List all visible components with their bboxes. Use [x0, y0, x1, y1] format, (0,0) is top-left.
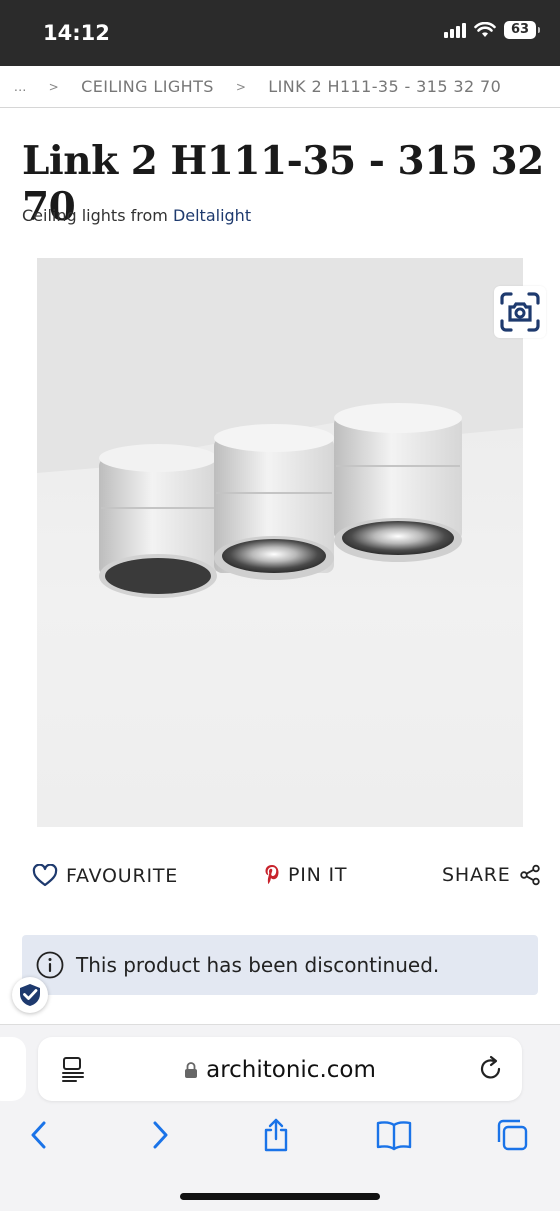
product-photo	[37, 258, 523, 598]
pin-it-button[interactable]: PIN IT	[264, 864, 347, 886]
subtitle-prefix: Ceiling lights from	[22, 206, 173, 225]
battery-icon: 63	[504, 21, 540, 39]
cellular-signal-icon	[444, 22, 466, 38]
browser-bar: architonic.com	[0, 1024, 560, 1211]
bookmarks-button[interactable]	[374, 1117, 414, 1153]
pinterest-icon	[265, 865, 279, 884]
forward-button[interactable]	[142, 1117, 178, 1153]
pin-it-label: PIN IT	[288, 864, 348, 886]
share-button[interactable]: SHARE	[442, 864, 541, 886]
verified-badge[interactable]	[12, 977, 48, 1013]
share-upload-icon	[264, 1118, 288, 1152]
discontinued-notice: This product has been discontinued.	[22, 935, 538, 995]
tabs-button[interactable]	[494, 1117, 530, 1153]
favourite-label: FAVOURITE	[66, 865, 179, 887]
breadcrumb-item-ceiling-lights[interactable]: CEILING LIGHTS	[81, 77, 214, 96]
url-text: architonic.com	[206, 1057, 376, 1083]
previous-tab-preview[interactable]	[0, 1037, 26, 1101]
breadcrumb-item-product[interactable]: LINK 2 H111-35 - 315 32 70	[268, 77, 501, 96]
camera-scan-icon	[500, 292, 540, 332]
chevron-right-icon	[153, 1121, 168, 1149]
share-label: SHARE	[442, 864, 511, 886]
lock-icon	[185, 1062, 198, 1078]
chevron-left-icon	[31, 1121, 46, 1149]
breadcrumb-ellipsis[interactable]: ...	[14, 80, 27, 94]
url-display: architonic.com	[38, 1057, 522, 1083]
address-bar[interactable]: architonic.com	[38, 1037, 522, 1101]
share-page-button[interactable]	[258, 1117, 294, 1153]
wifi-icon	[474, 22, 496, 37]
status-time: 14:12	[43, 21, 110, 45]
status-bar: 14:12 63	[0, 0, 560, 66]
favourite-button[interactable]: FAVOURITE	[32, 864, 178, 888]
product-image[interactable]	[37, 258, 523, 827]
breadcrumb-separator-icon: >	[235, 79, 247, 94]
reload-icon[interactable]	[478, 1055, 504, 1083]
shield-check-icon	[20, 984, 40, 1006]
notice-text: This product has been discontinued.	[76, 953, 440, 977]
home-indicator[interactable]	[180, 1193, 380, 1200]
book-icon	[376, 1121, 412, 1151]
visual-search-button[interactable]	[494, 286, 546, 338]
brand-link[interactable]: Deltalight	[173, 206, 251, 225]
product-subtitle: Ceiling lights from Deltalight	[22, 206, 251, 225]
info-icon	[36, 951, 64, 979]
back-button[interactable]	[21, 1117, 57, 1153]
browser-toolbar	[0, 1113, 560, 1157]
status-icons: 63	[444, 21, 540, 39]
heart-icon	[32, 864, 58, 887]
breadcrumb-separator-icon: >	[48, 79, 60, 94]
breadcrumb: ... > CEILING LIGHTS > LINK 2 H111-35 - …	[0, 66, 560, 108]
tabs-icon	[497, 1119, 528, 1151]
share-icon	[519, 864, 540, 886]
product-actions: FAVOURITE PIN IT SHARE	[0, 856, 560, 900]
